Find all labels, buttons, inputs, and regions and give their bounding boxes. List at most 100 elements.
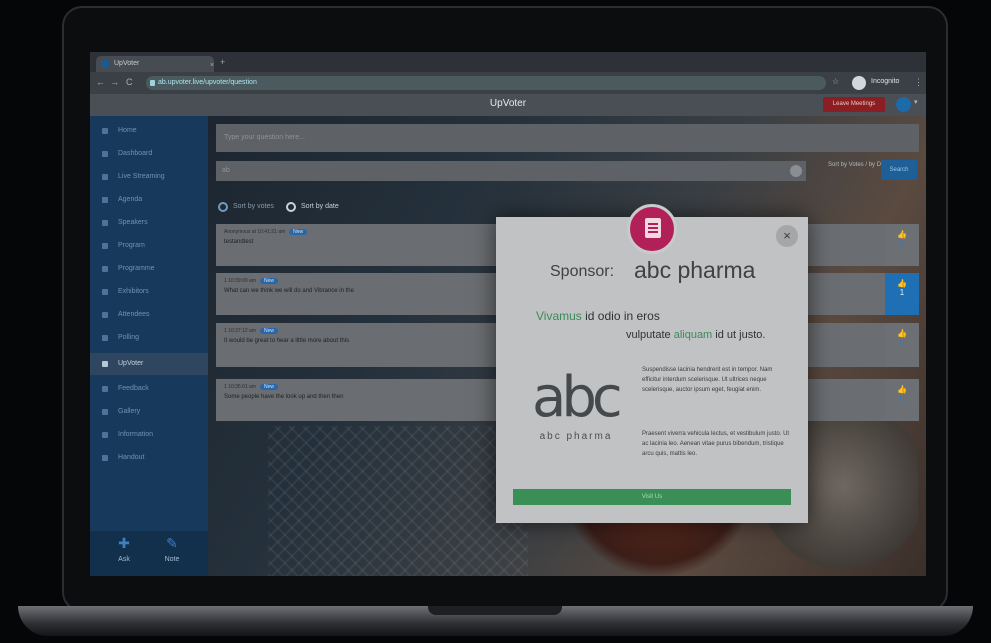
dashboard-icon: [102, 151, 108, 157]
note-label: Note: [164, 556, 180, 563]
pen-icon: ✎: [166, 535, 178, 551]
sponsor-name: abc pharma: [634, 257, 756, 283]
leave-meetings-button[interactable]: Leave Meetings: [823, 97, 885, 112]
incognito-label: Incognito: [871, 78, 900, 85]
app-header: UpVoter Leave Meetings ▾: [90, 94, 926, 116]
browser-tab[interactable]: UpVoter ×: [96, 56, 214, 72]
sponsor-logo-subtext: abc pharma: [539, 431, 613, 442]
sidebar-item-live-streaming[interactable]: Live Streaming: [90, 166, 208, 188]
sponsor-modal: × Sponsor: abc pharma Vivamus id odio in…: [496, 204, 808, 523]
sidebar-item-handout[interactable]: Handout: [90, 447, 208, 469]
reload-icon[interactable]: C: [126, 77, 133, 87]
document-icon: [627, 204, 677, 254]
sort-votes-radio[interactable]: [218, 202, 228, 212]
browser-menu-icon[interactable]: ⋮: [914, 77, 923, 88]
document-icon: [102, 455, 108, 461]
sort-votes-label: Sort by votes: [233, 203, 274, 210]
background-photo-net: [268, 426, 528, 576]
calendar-icon: [102, 197, 108, 203]
vote-count: 0: [899, 338, 905, 347]
lock-icon: [150, 80, 155, 86]
close-icon[interactable]: ×: [776, 225, 798, 247]
sidebar: Home Dashboard Live Streaming Agenda Spe…: [90, 116, 208, 576]
back-arrow-icon[interactable]: ←: [96, 77, 105, 87]
sort-date-radio[interactable]: [286, 202, 296, 212]
ask-label: Ask: [118, 556, 130, 563]
laptop-screen: UpVoter × + ← → C ab.upvoter.live/upvote…: [90, 52, 926, 576]
thumbs-up-icon: 👍: [897, 329, 907, 338]
upvote-icon: [102, 361, 108, 367]
sidebar-item-polling[interactable]: Polling: [90, 327, 208, 349]
upvote-button[interactable]: 👍 0: [885, 224, 919, 266]
video-icon: [102, 174, 108, 180]
question-meta: 1 10:39:09 am: [224, 278, 256, 284]
sponsor-paragraph: Suspendisse lacinia hendrerit est in tem…: [642, 367, 773, 393]
info-icon: [102, 432, 108, 438]
sidebar-item-programme[interactable]: Programme: [90, 258, 208, 280]
sponsor-paragraph: Praesent viverra vehicula lectus, et ves…: [642, 431, 790, 457]
status-badge: New: [259, 328, 278, 334]
browser-tab-bar: UpVoter × +: [90, 52, 926, 72]
chevron-down-icon[interactable]: ▾: [914, 98, 918, 106]
sponsor-logo: abc: [532, 365, 623, 430]
list-icon: [102, 243, 108, 249]
status-badge: New: [289, 229, 308, 235]
laptop-notch: [428, 606, 562, 615]
sidebar-bottom-actions: ✚ Ask ✎ Note: [90, 531, 208, 576]
sidebar-item-attendees[interactable]: Attendees: [90, 304, 208, 326]
app-title: UpVoter: [489, 98, 527, 109]
puzzle-icon: ✚: [118, 535, 130, 551]
thumbs-up-icon: 👍: [897, 279, 907, 288]
thumbs-up-icon: 👍: [897, 230, 907, 239]
bookmark-star-icon[interactable]: ☆: [832, 77, 839, 86]
browser-tab-title: UpVoter: [114, 60, 140, 67]
modal-subheadline: vulputate aliquam id ut justo.: [626, 329, 766, 341]
browser-toolbar: ← → C ab.upvoter.live/upvoter/question ☆…: [90, 72, 926, 94]
search-input[interactable]: ab: [216, 161, 806, 181]
upvote-button[interactable]: 👍 0: [885, 323, 919, 367]
visit-sponsor-button[interactable]: Visit Us: [513, 489, 791, 505]
image-icon: [102, 409, 108, 415]
status-badge: New: [259, 278, 278, 284]
sort-date-label: Sort by date: [301, 203, 339, 210]
sidebar-item-agenda[interactable]: Agenda: [90, 189, 208, 211]
forward-arrow-icon[interactable]: →: [110, 77, 119, 87]
sidebar-item-upvoter[interactable]: UpVoter: [90, 353, 208, 375]
question-meta: 1 10:37:12 am: [224, 328, 256, 334]
sidebar-item-dashboard[interactable]: Dashboard: [90, 143, 208, 165]
sidebar-item-gallery[interactable]: Gallery: [90, 401, 208, 423]
sidebar-item-feedback[interactable]: Feedback: [90, 378, 208, 400]
poll-icon: [102, 335, 108, 341]
vote-count: 0: [899, 394, 905, 403]
address-bar[interactable]: ab.upvoter.live/upvoter/question: [146, 76, 826, 90]
status-badge: New: [259, 384, 278, 390]
incognito-icon[interactable]: [852, 76, 866, 90]
vote-count: 0: [899, 239, 905, 248]
thumbs-up-icon: 👍: [897, 385, 907, 394]
question-input[interactable]: Type your question here...: [216, 124, 919, 152]
avatar[interactable]: [896, 97, 911, 112]
question-meta: Anonymous at 10:41:21 am: [224, 229, 286, 235]
users-icon: [102, 312, 108, 318]
upvote-button[interactable]: 👍 1: [885, 273, 919, 315]
microphone-icon: [102, 220, 108, 226]
sponsor-label: Sponsor:: [550, 263, 615, 280]
sidebar-item-home[interactable]: Home: [90, 120, 208, 142]
favicon-icon: [101, 60, 109, 68]
sidebar-item-speakers[interactable]: Speakers: [90, 212, 208, 234]
sidebar-item-exhibitors[interactable]: Exhibitors: [90, 281, 208, 303]
ask-button[interactable]: ✚ Ask: [104, 535, 144, 573]
grid-icon: [102, 266, 108, 272]
sidebar-item-information[interactable]: Information: [90, 424, 208, 446]
home-icon: [102, 128, 108, 134]
sidebar-item-program[interactable]: Program: [90, 235, 208, 257]
question-meta: 1 10:35:01 am: [224, 384, 256, 390]
clear-icon[interactable]: [790, 165, 802, 177]
new-tab-button[interactable]: +: [220, 57, 225, 67]
tab-close-icon[interactable]: ×: [210, 62, 216, 69]
feedback-icon: [102, 386, 108, 392]
search-button[interactable]: Search: [881, 160, 917, 180]
upvote-button[interactable]: 👍 0: [885, 379, 919, 421]
address-url: ab.upvoter.live/upvoter/question: [158, 79, 257, 86]
note-button[interactable]: ✎ Note: [152, 535, 192, 573]
